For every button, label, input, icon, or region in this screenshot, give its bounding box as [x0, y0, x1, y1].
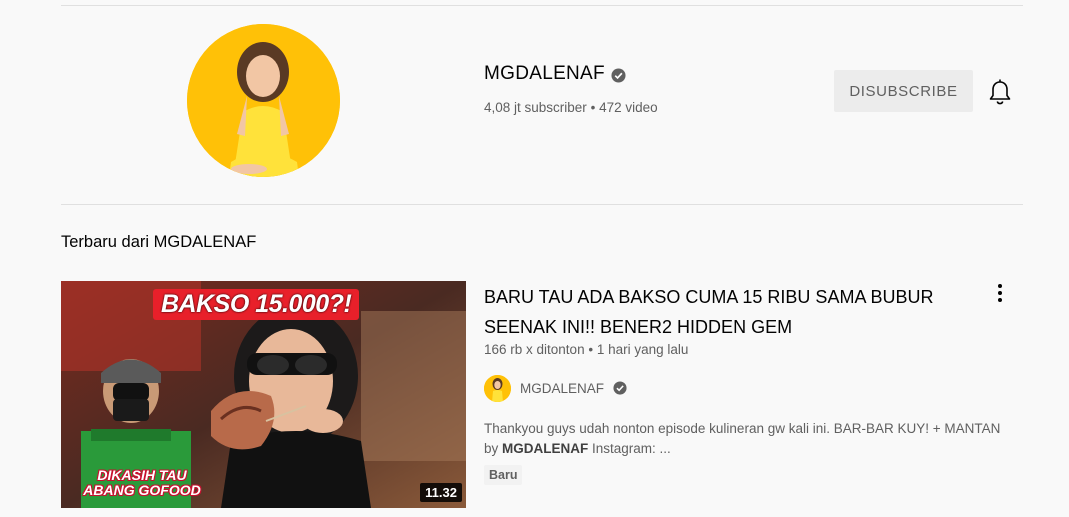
thumbnail-subtitle-line2: ABANG GOFOOD — [83, 482, 201, 498]
channel-stats: 4,08 jt subscriber • 472 video — [484, 100, 658, 115]
channel-avatar-image — [187, 24, 340, 177]
channel-name-row: MGDALENAF — [484, 63, 626, 85]
thumbnail-subtitle-line1: DIKASIH TAU — [97, 467, 187, 483]
verified-check-icon — [613, 381, 628, 396]
meta-separator: • — [588, 342, 594, 357]
uploader-name[interactable]: MGDALENAF — [520, 381, 604, 396]
uploader-avatar[interactable] — [484, 375, 511, 402]
description-channel-mention: MGDALENAF — [502, 441, 589, 456]
verified-check-icon — [611, 67, 626, 83]
uploader-row[interactable]: MGDALENAF — [484, 375, 628, 402]
new-badge: Baru — [484, 465, 523, 485]
subscriber-count: 4,08 jt subscriber — [484, 100, 587, 115]
top-divider — [61, 5, 1023, 6]
section-divider — [61, 204, 1023, 205]
description-tail: Instagram: ... — [588, 441, 671, 456]
stats-separator: • — [590, 100, 596, 115]
thumbnail-subtitle: DIKASIH TAU ABANG GOFOOD — [67, 468, 217, 498]
video-description: Thankyou guys udah nonton episode kuline… — [484, 419, 1014, 459]
video-thumbnail[interactable]: BAKSO 15.000?! DIKASIH TAU ABANG GOFOOD … — [61, 281, 466, 508]
video-title[interactable]: BARU TAU ADA BAKSO CUMA 15 RIBU SAMA BUB… — [484, 282, 974, 342]
video-meta: 166 rb x ditonton • 1 hari yang lalu — [484, 342, 688, 357]
channel-avatar[interactable] — [187, 24, 340, 177]
video-count: 472 video — [599, 100, 658, 115]
thumbnail-headline: BAKSO 15.000?! — [153, 289, 360, 320]
upload-age: 1 hari yang lalu — [596, 342, 689, 357]
unsubscribe-button[interactable]: DISUBSCRIBE — [834, 70, 973, 112]
section-title: Terbaru dari MGDALENAF — [61, 233, 257, 251]
bell-icon[interactable] — [988, 78, 1012, 106]
more-vert-icon[interactable] — [990, 282, 1010, 304]
video-duration: 11.32 — [420, 483, 462, 502]
channel-name[interactable]: MGDALENAF — [484, 63, 605, 85]
view-count: 166 rb x ditonton — [484, 342, 585, 357]
